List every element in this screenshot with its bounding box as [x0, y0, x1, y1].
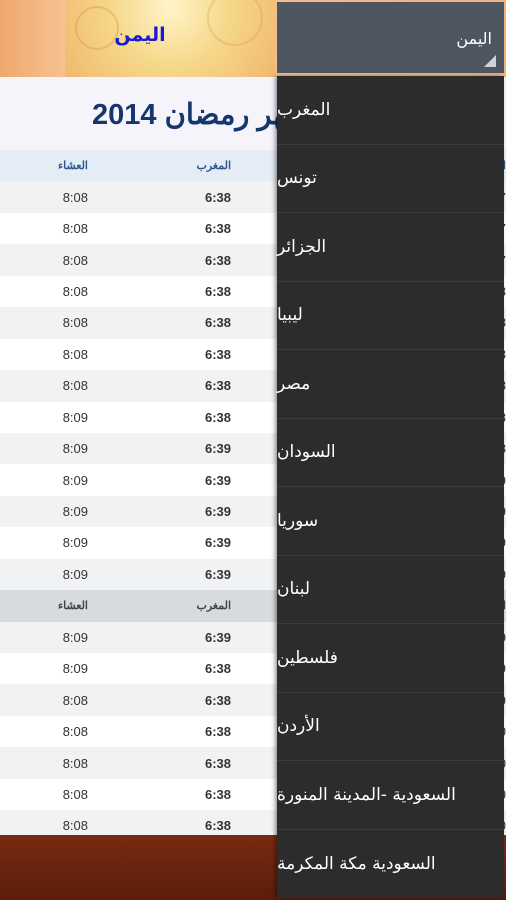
time-cell: 6:39	[88, 527, 231, 559]
time-cell: 6:38	[88, 212, 231, 245]
time-cell: 8:08	[0, 275, 88, 308]
column-header: العشاء	[0, 590, 88, 622]
dropdown-item[interactable]: مصر	[277, 350, 504, 419]
time-cell: 8:08	[0, 212, 88, 245]
time-cell: 6:38	[88, 244, 231, 276]
column-header: المغرب	[88, 150, 231, 182]
time-cell: 6:39	[88, 432, 231, 465]
time-cell: 6:38	[88, 778, 231, 811]
time-cell: 8:08	[0, 747, 88, 779]
time-cell: 8:08	[0, 715, 88, 748]
time-cell: 6:38	[88, 338, 231, 371]
time-cell: 6:38	[88, 275, 231, 308]
time-cell: 6:39	[88, 621, 231, 653]
column-header: العشاء	[0, 150, 88, 182]
dropdown-item[interactable]: فلسطين	[277, 624, 504, 693]
dropdown-item[interactable]: لبنان	[277, 556, 504, 624]
time-cell: 6:38	[88, 810, 231, 835]
time-cell: 6:38	[88, 747, 231, 779]
header-country-label: اليمن	[114, 24, 166, 46]
dropdown-item[interactable]: المغرب	[277, 76, 504, 145]
time-cell: 6:39	[88, 464, 231, 496]
time-cell: 8:08	[0, 307, 88, 339]
time-cell: 6:38	[88, 715, 231, 748]
time-cell: 6:38	[88, 653, 231, 685]
time-cell: 6:38	[88, 684, 231, 716]
time-cell: 8:08	[0, 810, 88, 835]
time-cell: 8:08	[0, 244, 88, 276]
time-cell: 8:09	[0, 464, 88, 496]
dropdown-item[interactable]: الأردن	[277, 693, 504, 761]
country-dropdown-list[interactable]: المغرب تونس الجزائر ليبيا مصر السودان سوريا لبن…	[277, 76, 504, 898]
dropdown-arrow-icon	[484, 55, 496, 67]
time-cell: 8:09	[0, 653, 88, 685]
time-cell: 8:09	[0, 401, 88, 433]
time-cell: 6:38	[88, 401, 231, 433]
time-cell: 8:08	[0, 684, 88, 716]
time-cell: 6:38	[88, 307, 231, 339]
country-spinner[interactable]: اليمن	[277, 2, 504, 73]
dropdown-item[interactable]: ليبيا	[277, 282, 504, 350]
time-cell: 6:38	[88, 370, 231, 402]
time-cell: 8:08	[0, 338, 88, 371]
column-header: المغرب	[88, 590, 231, 622]
time-cell: 8:08	[0, 778, 88, 811]
time-cell: 6:39	[88, 558, 231, 591]
dropdown-item[interactable]: السعودية -المدينة المنورة	[277, 761, 504, 830]
time-cell: 6:39	[88, 495, 231, 528]
time-cell: 8:08	[0, 370, 88, 402]
dropdown-item[interactable]: الجزائر	[277, 213, 504, 282]
time-cell: 8:08	[0, 181, 88, 213]
time-cell: 8:09	[0, 558, 88, 591]
dropdown-item[interactable]: تونس	[277, 145, 504, 213]
time-cell: 8:09	[0, 527, 88, 559]
spinner-selected-label: اليمن	[456, 29, 492, 48]
dropdown-item[interactable]: السودان	[277, 419, 504, 487]
time-cell: 8:09	[0, 621, 88, 653]
time-cell: 8:09	[0, 495, 88, 528]
dropdown-item[interactable]: السعودية مكة المكرمة	[277, 830, 504, 899]
time-cell: 8:09	[0, 432, 88, 465]
dropdown-item[interactable]: سوريا	[277, 487, 504, 556]
time-cell: 6:38	[88, 181, 231, 213]
